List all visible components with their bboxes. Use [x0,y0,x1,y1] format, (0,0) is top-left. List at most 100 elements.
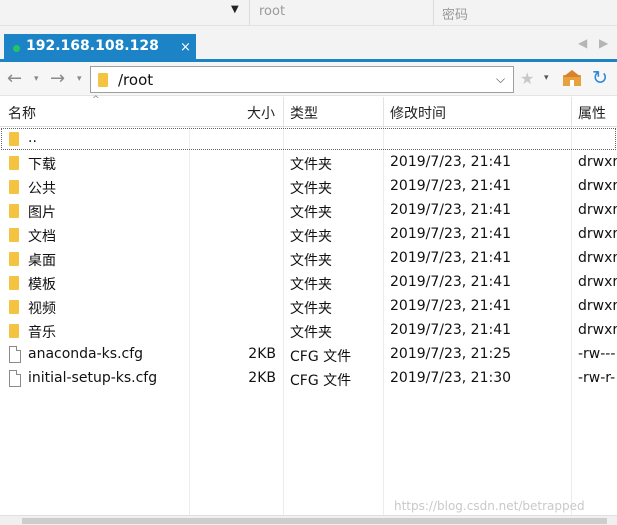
file-row[interactable]: anaconda-ks.cfg 2KB CFG 文件 2019/7/23, 21:25… [0,343,617,367]
connection-status-icon [13,45,20,52]
column-header-type[interactable]: 类型 [290,103,318,123]
file-size: 2KB [248,346,276,362]
file-type: 文件夹 [290,181,332,197]
file-name: anaconda-ks.cfg [28,346,144,362]
navigation-toolbar: ← ▾ → ▾ /root ⌵ ★ ▾ ↻ [0,62,617,96]
username-field[interactable]: root [259,4,285,19]
file-row[interactable]: 桌面 文件夹 2019/7/23, 21:41 drwxr [0,247,617,271]
current-path: /root [118,71,154,89]
column-header-modified[interactable]: 修改时间 [390,103,446,123]
folder-icon [9,276,19,290]
file-type: CFG 文件 [290,349,352,365]
folder-icon [9,300,19,314]
file-name: initial-setup-ks.cfg [28,370,158,386]
connection-bar: ▼ root 密码 [0,0,617,26]
tab-session[interactable]: 192.168.108.128 × [4,34,196,62]
tab-prev-icon[interactable]: ◀ [578,36,587,50]
column-divider[interactable] [383,97,384,127]
file-attributes: drwxr [578,274,617,290]
file-type: 文件夹 [290,277,332,293]
file-list-header: 名称 ^ 大小 类型 修改时间 属性 [0,95,617,127]
file-attributes: drwxr [578,154,617,170]
forward-history-icon[interactable]: ▾ [77,74,82,84]
file-modified: 2019/7/23, 21:41 [390,250,512,266]
file-attributes: drwxr [578,202,617,218]
folder-icon [9,252,19,266]
file-modified: 2019/7/23, 21:25 [390,346,512,362]
file-type: 文件夹 [290,157,332,173]
column-header-size[interactable]: 大小 [247,103,275,123]
file-row[interactable]: 文档 文件夹 2019/7/23, 21:41 drwxr [0,223,617,247]
file-name: 视频 [28,301,56,317]
file-row[interactable]: 模板 文件夹 2019/7/23, 21:41 drwxr [0,271,617,295]
path-dropdown-icon[interactable]: ⌵ [496,72,505,87]
file-type: 文件夹 [290,229,332,245]
file-size: 2KB [248,370,276,386]
file-attributes: -rw-r- [578,370,616,386]
file-icon [9,370,21,387]
file-name: 模板 [28,277,56,293]
horizontal-scrollbar[interactable] [0,515,617,525]
file-row[interactable]: initial-setup-ks.cfg 2KB CFG 文件 2019/7/23, … [0,367,617,391]
file-modified: 2019/7/23, 21:41 [390,154,512,170]
tab-title: 192.168.108.128 [26,38,159,54]
host-dropdown-arrow-icon[interactable]: ▼ [231,4,239,15]
file-attributes: drwxr [578,226,617,242]
file-modified: 2019/7/23, 21:41 [390,226,512,242]
bookmark-dropdown-icon[interactable]: ▾ [544,73,549,83]
watermark: https://blog.csdn.net/betrapped [394,499,585,513]
file-name: 下载 [28,157,56,173]
close-tab-icon[interactable]: × [180,40,191,55]
file-row[interactable]: 视频 文件夹 2019/7/23, 21:41 drwxr [0,295,617,319]
file-attributes: drwxr [578,178,617,194]
divider [249,0,250,26]
file-attributes: -rw--- [578,346,616,362]
file-name: 公共 [28,181,56,197]
file-row[interactable]: 下载 文件夹 2019/7/23, 21:41 drwxr [0,151,617,175]
file-name: 桌面 [28,253,56,269]
folder-icon [9,324,19,338]
file-attributes: drwxr [578,322,617,338]
folder-icon [9,156,19,170]
column-divider[interactable] [571,97,572,127]
folder-icon [98,73,108,87]
column-divider[interactable] [283,97,284,127]
path-input[interactable]: /root ⌵ [90,66,514,93]
back-history-icon[interactable]: ▾ [34,74,39,84]
scrollbar-thumb[interactable] [22,518,607,524]
file-attributes: drwxr [578,298,617,314]
file-name: 文档 [28,229,56,245]
bookmark-star-icon[interactable]: ★ [520,69,534,88]
column-header-name[interactable]: 名称 [8,103,36,123]
folder-icon [9,132,19,146]
file-row[interactable]: 公共 文件夹 2019/7/23, 21:41 drwxr [0,175,617,199]
back-icon[interactable]: ← [7,68,22,89]
file-modified: 2019/7/23, 21:41 [390,202,512,218]
folder-icon [9,228,19,242]
file-list: .. 下载 文件夹 2019/7/23, 21:41 drwxr 公共 文件夹 2019/7/… [0,127,617,515]
file-modified: 2019/7/23, 21:41 [390,298,512,314]
home-folder-icon[interactable] [562,69,582,87]
file-attributes: drwxr [578,250,617,266]
file-name: 图片 [28,205,56,221]
file-icon [9,346,21,363]
folder-icon [9,180,19,194]
column-header-attrs[interactable]: 属性 [578,103,606,123]
refresh-icon[interactable]: ↻ [592,67,608,89]
password-field[interactable]: 密码 [442,4,468,23]
file-type: 文件夹 [290,325,332,341]
file-name: 音乐 [28,325,56,341]
forward-icon[interactable]: → [50,68,65,89]
file-type: 文件夹 [290,253,332,269]
parent-directory-row[interactable]: .. [0,127,617,151]
file-modified: 2019/7/23, 21:30 [390,370,512,386]
file-modified: 2019/7/23, 21:41 [390,322,512,338]
file-type: 文件夹 [290,301,332,317]
file-row[interactable]: 图片 文件夹 2019/7/23, 21:41 drwxr [0,199,617,223]
file-row[interactable]: 音乐 文件夹 2019/7/23, 21:41 drwxr [0,319,617,343]
tab-next-icon[interactable]: ▶ [599,36,608,50]
file-name: .. [28,130,37,146]
divider [433,0,434,26]
folder-icon [9,204,19,218]
file-modified: 2019/7/23, 21:41 [390,274,512,290]
